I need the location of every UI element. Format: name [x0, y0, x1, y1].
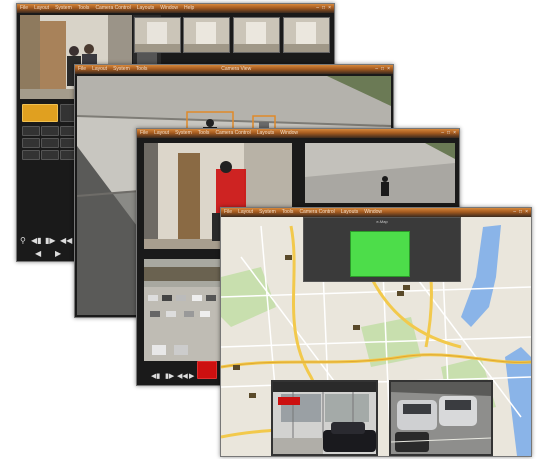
window-titlebar: File Layout System Tools Camera Control Layou…	[137, 129, 459, 138]
window-titlebar: File Layout System Tools Camera Control Layou…	[221, 208, 531, 217]
minimize-icon[interactable]: –	[513, 209, 516, 215]
window-title: Camera View	[221, 66, 252, 72]
menu-item[interactable]: System	[175, 130, 192, 136]
menu-item[interactable]: File	[224, 209, 232, 215]
window-controls[interactable]: – □ ×	[372, 65, 390, 74]
walkway-scene	[305, 143, 455, 203]
magnifier-icon[interactable]: ⚲	[20, 236, 26, 245]
thumb-scene	[135, 18, 180, 52]
menu-item[interactable]: File	[20, 5, 28, 11]
window-titlebar: File Layout System Tools Camera Control Layou…	[17, 4, 334, 13]
alarm-button[interactable]	[22, 104, 58, 122]
window-emap: File Layout System Tools Camera Control Layou…	[220, 207, 532, 457]
alarm-indicator[interactable]	[197, 361, 217, 379]
menu-item[interactable]: Layout	[154, 130, 169, 136]
menu-item[interactable]: Camera Control	[95, 5, 130, 11]
gate-scene	[273, 382, 376, 454]
camera-thumbnail[interactable]	[233, 17, 280, 53]
skip-back-icon[interactable]: ◀▮	[31, 236, 42, 245]
play-icon[interactable]: ▶	[189, 372, 194, 380]
skip-back-icon[interactable]: ◀▮	[151, 372, 160, 380]
menu-bar: File Layout System Tools Camera Control Layou…	[20, 4, 200, 13]
thumb-scene	[284, 18, 329, 52]
prev-icon[interactable]: ◀	[35, 249, 41, 258]
window-titlebar: File Layout System Tools Camera View – □ ×	[75, 65, 393, 74]
step-icon[interactable]: ▮▶	[165, 372, 174, 380]
camera-thumbnail[interactable]	[283, 17, 330, 53]
maximize-icon[interactable]: □	[381, 66, 384, 72]
minimize-icon[interactable]: –	[375, 66, 378, 72]
menu-item[interactable]: Tools	[198, 130, 210, 136]
menu-item[interactable]: System	[55, 5, 72, 11]
lot-scene	[391, 382, 491, 454]
window-controls[interactable]: – □ ×	[510, 208, 528, 217]
menu-item[interactable]: Camera Control	[299, 209, 334, 215]
camera-thumbnail[interactable]	[134, 17, 181, 53]
panel-button[interactable]	[41, 138, 59, 148]
status-popup[interactable]: e-Map	[303, 217, 461, 282]
menu-item[interactable]: Layout	[238, 209, 253, 215]
play-icon[interactable]: ▶	[55, 249, 61, 258]
parking-scene	[144, 259, 222, 361]
camera-view-parking[interactable]	[144, 259, 222, 361]
window-controls[interactable]: – □ ×	[313, 4, 331, 13]
menu-item[interactable]: Tools	[78, 5, 90, 11]
menu-item[interactable]: Layout	[92, 66, 107, 72]
menu-item[interactable]: Camera Control	[215, 130, 250, 136]
camera-thumbnail[interactable]	[183, 17, 230, 53]
menu-bar: File Layout System Tools	[78, 65, 153, 74]
panel-button[interactable]	[41, 150, 59, 160]
thumb-scene	[234, 18, 279, 52]
panel-button[interactable]	[22, 126, 40, 136]
menu-item[interactable]: Layouts	[341, 209, 359, 215]
menu-item[interactable]: Layouts	[137, 5, 155, 11]
menu-item[interactable]: Window	[364, 209, 382, 215]
camera-view-walkway[interactable]	[305, 143, 455, 203]
menu-item[interactable]: Window	[160, 5, 178, 11]
menu-item[interactable]: Layouts	[257, 130, 275, 136]
menu-item[interactable]: Layout	[34, 5, 49, 11]
menu-bar: File Layout System Tools Camera Control Layou…	[224, 208, 388, 217]
step-forward-icon[interactable]: ▮▶	[45, 236, 56, 245]
panel-button[interactable]	[22, 138, 40, 148]
camera-view-lot[interactable]	[389, 380, 493, 456]
menu-item[interactable]: File	[140, 130, 148, 136]
menu-item[interactable]: System	[259, 209, 276, 215]
window-controls[interactable]: – □ ×	[438, 129, 456, 138]
menu-item[interactable]: Tools	[136, 66, 148, 72]
panel-button[interactable]	[41, 126, 59, 136]
menu-item[interactable]: File	[78, 66, 86, 72]
menu-item[interactable]: Window	[280, 130, 298, 136]
menu-item[interactable]: System	[113, 66, 130, 72]
rewind-icon[interactable]: ◀◀	[177, 372, 188, 380]
menu-item[interactable]: Tools	[282, 209, 294, 215]
minimize-icon[interactable]: –	[316, 5, 319, 11]
close-icon[interactable]: ×	[328, 5, 331, 11]
maximize-icon[interactable]: □	[322, 5, 325, 11]
minimize-icon[interactable]: –	[441, 130, 444, 136]
status-green-indicator	[350, 231, 410, 277]
menu-item[interactable]: Help	[184, 5, 194, 11]
camera-view-gate[interactable]	[271, 380, 378, 456]
popup-title: e-Map	[376, 219, 388, 224]
panel-button[interactable]	[22, 150, 40, 160]
maximize-icon[interactable]: □	[519, 209, 522, 215]
close-icon[interactable]: ×	[525, 209, 528, 215]
close-icon[interactable]: ×	[453, 130, 456, 136]
close-icon[interactable]: ×	[387, 66, 390, 72]
maximize-icon[interactable]: □	[447, 130, 450, 136]
menu-bar: File Layout System Tools Camera Control Layou…	[140, 129, 304, 138]
rewind-icon[interactable]: ◀◀	[60, 236, 72, 245]
thumb-scene	[184, 18, 229, 52]
